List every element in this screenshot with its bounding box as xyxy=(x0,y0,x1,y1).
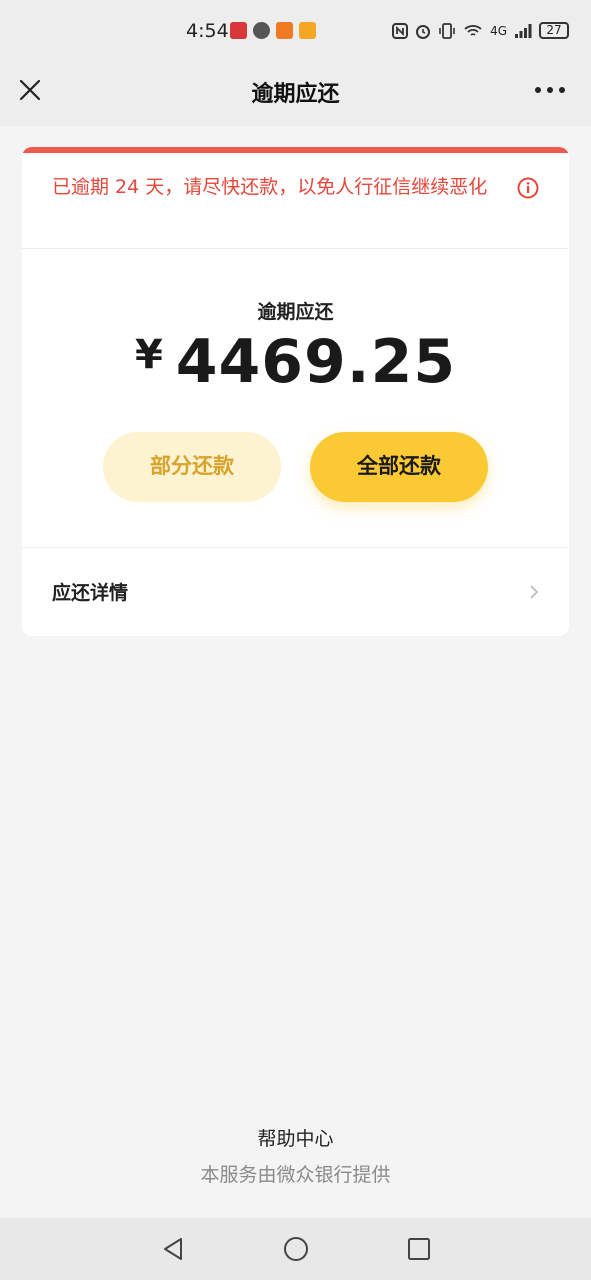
bird-notification-icon xyxy=(299,22,316,39)
recent-apps-icon[interactable] xyxy=(406,1236,432,1262)
chevron-right-icon xyxy=(530,585,539,599)
status-time: 4:54 xyxy=(186,20,229,42)
vibrate-icon xyxy=(439,22,455,39)
help-center-link[interactable]: 帮助中心 xyxy=(0,1124,591,1151)
nfc-icon xyxy=(392,22,409,39)
info-icon[interactable] xyxy=(517,177,539,199)
amount-value: ¥4469.25 xyxy=(22,327,569,397)
alarm-icon xyxy=(416,24,431,39)
overdue-warning-text: 已逾期 24 天，请尽快还款，以免人行征信继续恶化 xyxy=(52,176,488,198)
status-system-icons: 4G 27 xyxy=(392,22,569,39)
repay-detail-label: 应还详情 xyxy=(52,582,129,604)
network-type: 4G xyxy=(490,23,507,38)
service-provider-note: 本服务由微众银行提供 xyxy=(200,1164,391,1186)
amount-number: 4469.25 xyxy=(175,327,457,397)
full-repay-button[interactable]: 全部还款 xyxy=(310,432,488,502)
amount-section: 逾期应还 ¥4469.25 部分还款 全部还款 xyxy=(22,249,569,547)
system-nav-bar xyxy=(0,1218,591,1280)
currency-symbol: ¥ xyxy=(134,332,164,378)
page-title: 逾期应还 xyxy=(251,82,340,107)
overdue-warning: 已逾期 24 天，请尽快还款，以免人行征信继续恶化 xyxy=(22,153,569,248)
wifi-icon xyxy=(464,24,482,36)
status-notification-icons xyxy=(230,22,316,39)
app-notification-icon xyxy=(230,22,247,39)
back-icon[interactable] xyxy=(160,1236,186,1262)
signal-icon xyxy=(515,23,532,38)
status-bar: 4:54 4G 27 xyxy=(0,0,591,64)
repayment-card: 已逾期 24 天，请尽快还款，以免人行征信继续恶化 逾期应还 ¥4469.25 … xyxy=(22,147,569,636)
battery-icon: 27 xyxy=(539,22,569,39)
home-icon[interactable] xyxy=(283,1236,309,1262)
repay-detail-row[interactable]: 应还详情 xyxy=(22,548,569,636)
more-icon[interactable] xyxy=(535,87,565,93)
amount-label: 逾期应还 xyxy=(257,301,334,323)
shop-notification-icon xyxy=(276,22,293,39)
sound-notification-icon xyxy=(253,22,270,39)
partial-repay-button[interactable]: 部分还款 xyxy=(103,432,281,502)
nav-bar: 逾期应还 xyxy=(0,64,591,126)
